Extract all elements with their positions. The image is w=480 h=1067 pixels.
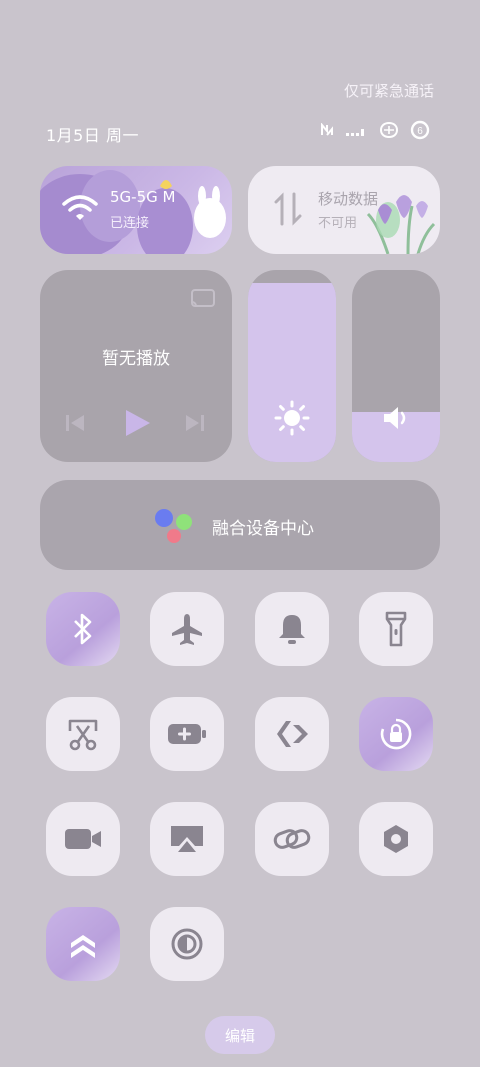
status-bar: 1月5日 周一 6: [0, 118, 480, 148]
date-label: 1月5日 周一: [46, 126, 139, 145]
bell-icon: [279, 615, 305, 644]
dark-mode-toggle[interactable]: [150, 907, 224, 981]
double-chevron-up-icon: [71, 935, 95, 958]
system-icons: 6: [320, 120, 432, 140]
sun-icon: [274, 400, 310, 436]
media-title: 暂无播放: [102, 349, 170, 369]
device-hub-icon: [155, 509, 192, 543]
data-arrows-icon: [274, 192, 302, 226]
airplay-icon: [171, 826, 203, 852]
share-diamond-icon: [277, 721, 308, 747]
screen-cast-toggle[interactable]: [150, 802, 224, 876]
screen-record-toggle[interactable]: [46, 802, 120, 876]
vpn-icon: [380, 122, 398, 138]
battery-icon: 6: [410, 120, 430, 140]
settings-toggle[interactable]: [359, 802, 433, 876]
mobile-data-tile[interactable]: 移动数据 不可用: [248, 166, 440, 254]
battery-plus-icon: [168, 724, 206, 744]
bluetooth-toggle[interactable]: [46, 592, 120, 666]
device-hub-tile[interactable]: 融合设备中心: [40, 480, 440, 570]
media-player-tile[interactable]: 暂无播放: [40, 270, 232, 462]
mobile-data-label: 移动数据: [318, 190, 379, 208]
wifi-status: 已连接: [110, 216, 150, 231]
nfc-icon: [321, 123, 333, 136]
signal-icon: [346, 129, 364, 136]
scissors-icon: [68, 719, 98, 751]
previous-icon[interactable]: [64, 412, 86, 434]
link-icon: [273, 829, 311, 849]
flashlight-toggle[interactable]: [359, 592, 433, 666]
svg-text:6: 6: [417, 126, 423, 137]
next-icon[interactable]: [184, 412, 206, 434]
play-icon[interactable]: [122, 408, 152, 438]
edit-label: 编辑: [224, 1027, 255, 1045]
battery-saver-toggle[interactable]: [150, 697, 224, 771]
link-toggle[interactable]: [255, 802, 329, 876]
nearby-share-toggle[interactable]: [255, 697, 329, 771]
performance-mode-toggle[interactable]: [46, 907, 120, 981]
dark-mode-icon: [171, 928, 203, 960]
mobile-data-status: 不可用: [318, 216, 358, 231]
airplane-mode-toggle[interactable]: [150, 592, 224, 666]
video-camera-icon: [65, 829, 101, 849]
hexagon-settings-icon: [384, 825, 408, 853]
screenshot-toggle[interactable]: [46, 697, 120, 771]
cast-icon[interactable]: [190, 288, 216, 308]
wifi-tile[interactable]: 5G-5G M 已连接: [40, 166, 232, 254]
brightness-slider[interactable]: [248, 270, 336, 462]
device-hub-label: 融合设备中心: [212, 519, 314, 539]
status-line: 仅可紧急通话: [0, 80, 480, 108]
rotation-lock-icon: [380, 718, 412, 750]
airplane-icon: [172, 614, 202, 645]
flashlight-icon: [385, 611, 407, 647]
emergency-calls-only: 仅可紧急通话: [343, 82, 434, 100]
volume-slider[interactable]: [352, 270, 440, 462]
edit-button[interactable]: 编辑: [205, 1016, 275, 1054]
rotation-lock-toggle[interactable]: [359, 697, 433, 771]
wifi-name: 5G-5G M: [110, 188, 176, 206]
wifi-icon: [62, 195, 98, 220]
ring-mode-toggle[interactable]: [255, 592, 329, 666]
speaker-icon: [384, 407, 406, 429]
bluetooth-icon: [74, 613, 92, 645]
